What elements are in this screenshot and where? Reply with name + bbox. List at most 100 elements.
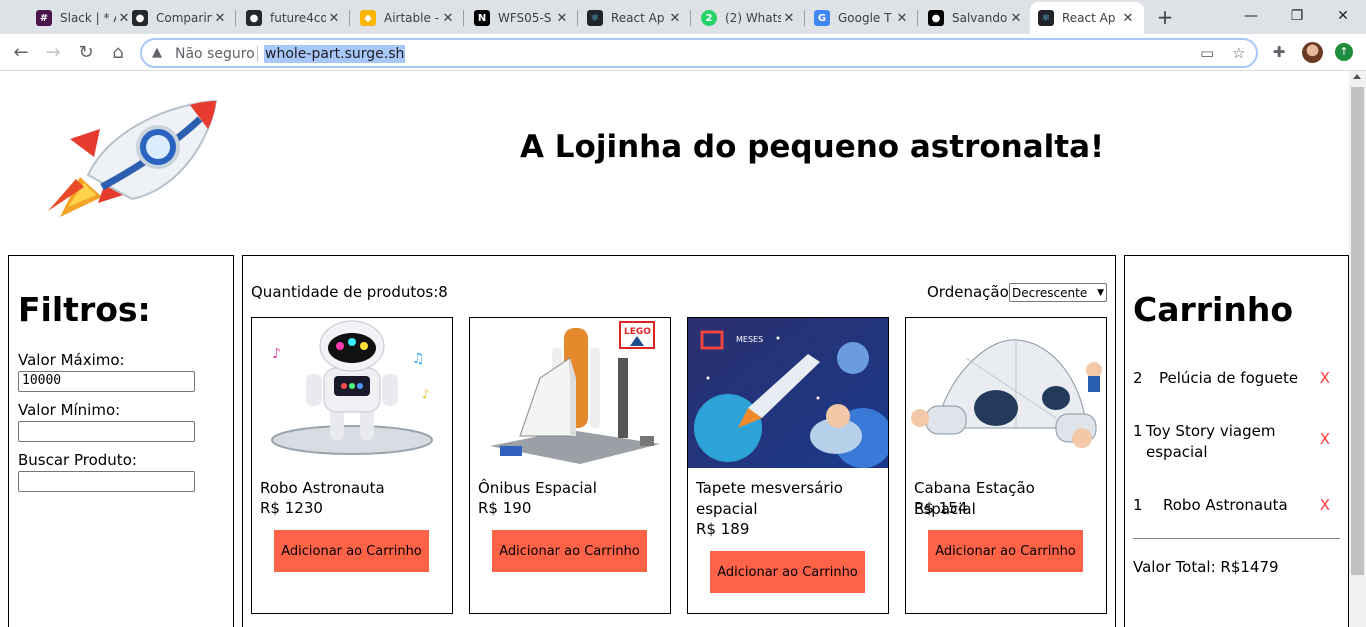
tab-github-future4[interactable]: ● future4co ✕ <box>238 4 350 32</box>
back-button[interactable]: ← <box>8 40 34 66</box>
cart-item: 1 Toy Story viagem espacial X <box>1133 421 1338 465</box>
tab-github-comparing[interactable]: ● Comparin ✕ <box>124 4 236 32</box>
forward-button[interactable]: → <box>40 40 66 66</box>
warning-icon[interactable]: ▲ <box>152 45 162 60</box>
close-icon[interactable]: ✕ <box>667 11 683 26</box>
product-image-space-rug: MESES <box>688 318 888 468</box>
cast-icon[interactable]: ▭ <box>1200 44 1214 62</box>
tab-title: React Ap <box>1062 11 1116 25</box>
filters-panel: Filtros: Valor Máximo: 10000 Valor Mínim… <box>8 255 234 627</box>
cart-item-quantity: 1 <box>1133 496 1143 514</box>
github-icon: ● <box>246 10 262 26</box>
tab-notion[interactable]: N WFS05-S ✕ <box>466 4 578 32</box>
remove-item-button[interactable]: X <box>1320 495 1330 516</box>
svg-text:♪: ♪ <box>272 346 281 362</box>
product-image-robot: ♪ ♫ ♪ <box>252 318 452 468</box>
address-bar[interactable]: ▲ Não seguro whole-part.surge.sh ▭ ☆ <box>140 38 1258 68</box>
page-viewport: A Lojinha do pequeno astronalta! Filtros… <box>0 71 1366 627</box>
svg-text:MESES: MESES <box>736 335 763 344</box>
tab-title: Comparin <box>156 11 212 25</box>
new-tab-button[interactable]: + <box>1154 6 1176 28</box>
notion-icon: N <box>474 10 490 26</box>
cart-total: Valor Total: R$1479 <box>1133 558 1279 576</box>
search-product-input[interactable] <box>18 471 195 492</box>
window-close-button[interactable]: ✕ <box>1320 4 1366 28</box>
restore-button[interactable]: ❐ <box>1274 4 1320 28</box>
close-icon[interactable]: ✕ <box>440 11 456 26</box>
remove-item-button[interactable]: X <box>1320 368 1330 389</box>
add-to-cart-button[interactable]: Adicionar ao Carrinho <box>274 530 429 572</box>
close-icon[interactable]: ✕ <box>326 11 342 26</box>
scroll-up-arrow-icon[interactable] <box>1353 74 1361 79</box>
max-value-input[interactable]: 10000 <box>18 371 195 392</box>
tab-title: future4co <box>270 11 326 25</box>
minimize-button[interactable]: — <box>1228 4 1274 28</box>
min-value-label: Valor Mínimo: <box>18 401 121 419</box>
svg-text:♫: ♫ <box>412 351 425 367</box>
product-price: R$ 154 <box>914 499 968 517</box>
tab-google-translate[interactable]: G Google T ✕ <box>806 4 918 32</box>
tab-whatsapp[interactable]: 2 (2) Whats ✕ <box>693 4 805 32</box>
close-icon[interactable]: ✕ <box>554 11 570 26</box>
cart-heading: Carrinho <box>1133 290 1294 329</box>
search-product-label: Buscar Produto: <box>18 451 137 469</box>
security-label[interactable]: Não seguro <box>175 46 255 62</box>
cart-panel: Carrinho 2 Pelúcia de foguete X 1 Toy St… <box>1124 255 1349 627</box>
tab-medium[interactable]: ● Salvando ✕ <box>920 4 1032 32</box>
reload-button[interactable]: ↻ <box>73 40 99 66</box>
close-icon[interactable]: ✕ <box>1120 11 1136 26</box>
tab-title: (2) Whats <box>725 11 781 25</box>
products-panel: Quantidade de produtos:8 Ordenação: Decr… <box>242 255 1116 627</box>
tab-react-app-active[interactable]: ⚛ React Ap ✕ <box>1030 2 1144 34</box>
close-icon[interactable]: ✕ <box>781 11 797 26</box>
tab-strip: # Slack | * A ✕ ● Comparin ✕ ● future4co… <box>0 0 1366 34</box>
react-icon: ⚛ <box>587 10 603 26</box>
cart-item-quantity: 1 <box>1133 422 1143 440</box>
sort-select[interactable]: Decrescente ▼ <box>1009 283 1107 302</box>
product-price: R$ 190 <box>478 499 532 517</box>
cart-item: 2 Pelúcia de foguete X <box>1133 368 1338 390</box>
slack-icon: # <box>36 10 52 26</box>
extensions-puzzle-icon[interactable]: ✚ <box>1269 42 1289 62</box>
chevron-down-icon: ▼ <box>1097 287 1104 298</box>
remove-item-button[interactable]: X <box>1320 429 1330 450</box>
close-icon[interactable]: ✕ <box>212 11 228 26</box>
product-image-space-cabin <box>906 318 1106 468</box>
tab-title: Airtable - <box>384 11 440 25</box>
min-value-input[interactable] <box>18 421 195 442</box>
home-button[interactable]: ⌂ <box>105 40 131 66</box>
tab-title: WFS05-S <box>498 11 552 25</box>
profile-avatar[interactable] <box>1302 42 1323 63</box>
cart-item-name: Toy Story viagem espacial <box>1146 422 1276 461</box>
product-price: R$ 189 <box>696 520 750 538</box>
tab-title: Salvando <box>952 11 1008 25</box>
add-to-cart-button[interactable]: Adicionar ao Carrinho <box>928 530 1083 572</box>
page-title: A Lojinha do pequeno astronalta! <box>520 129 1105 165</box>
add-to-cart-button[interactable]: Adicionar ao Carrinho <box>492 530 647 572</box>
close-icon[interactable]: ✕ <box>894 11 910 26</box>
site-header: A Lojinha do pequeno astronalta! <box>0 71 1349 255</box>
url-text[interactable]: whole-part.surge.sh <box>264 45 406 63</box>
tab-airtable[interactable]: ◆ Airtable - ✕ <box>352 4 464 32</box>
bookmark-star-icon[interactable]: ☆ <box>1232 44 1245 62</box>
product-price: R$ 1230 <box>260 499 323 517</box>
product-card: Cabana Estação Espacial R$ 154 Adicionar… <box>905 317 1107 614</box>
google-translate-icon: G <box>814 10 830 26</box>
whatsapp-icon: 2 <box>701 10 717 26</box>
scroll-thumb[interactable] <box>1351 87 1364 575</box>
github-icon: ● <box>132 10 148 26</box>
update-icon[interactable]: ↑ <box>1335 43 1353 61</box>
react-icon: ⚛ <box>1038 10 1054 26</box>
add-to-cart-button[interactable]: Adicionar ao Carrinho <box>710 551 865 593</box>
close-icon[interactable]: ✕ <box>1008 11 1024 26</box>
product-name: Robo Astronauta <box>260 479 385 497</box>
tab-title: Google T <box>838 11 892 25</box>
vertical-scrollbar[interactable] <box>1349 71 1366 627</box>
cart-divider <box>1133 538 1340 539</box>
max-value-label: Valor Máximo: <box>18 351 125 369</box>
filters-heading: Filtros: <box>18 290 151 329</box>
tab-react-app[interactable]: ⚛ React Ap ✕ <box>579 4 691 32</box>
svg-text:♪: ♪ <box>422 387 430 401</box>
product-name: Ônibus Espacial <box>478 479 597 497</box>
tab-title: Slack | * A <box>60 11 116 25</box>
